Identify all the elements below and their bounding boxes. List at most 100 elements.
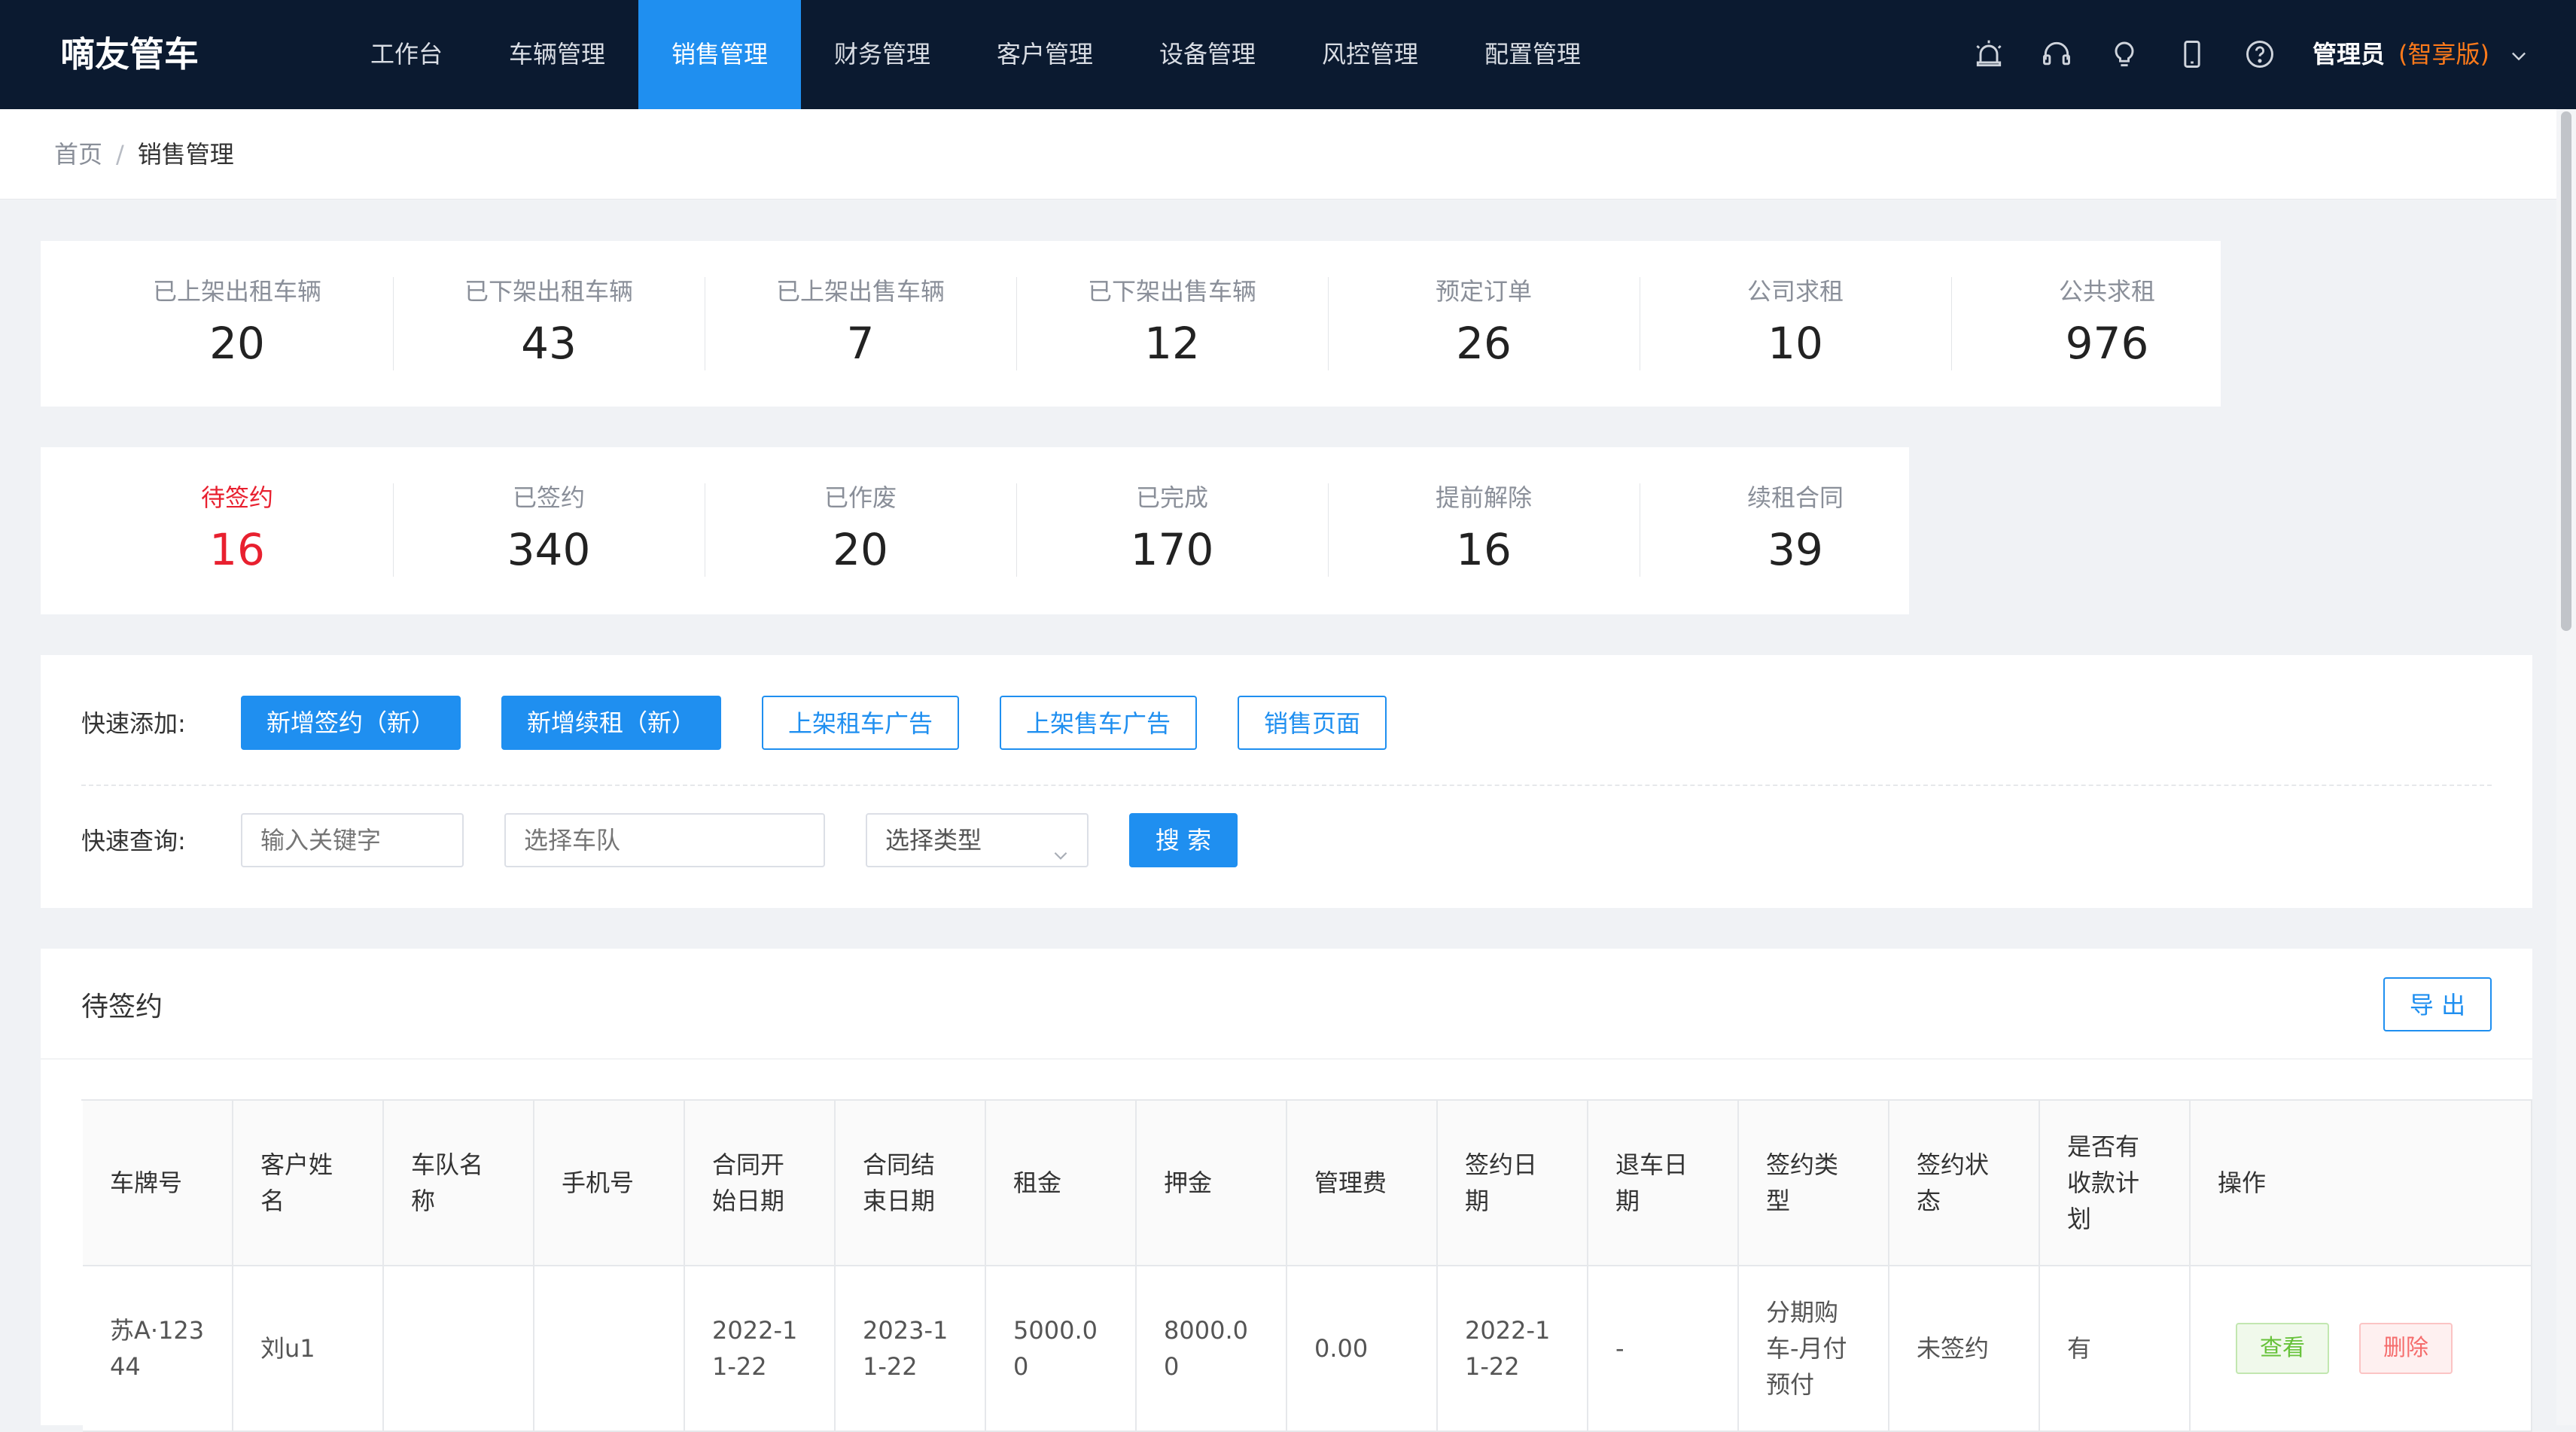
breadcrumb-current: 销售管理 <box>137 140 234 169</box>
cell-sign-date: 2022-11-22 <box>1438 1266 1588 1432</box>
column-header[interactable]: 车队名称 <box>384 1101 534 1266</box>
search-button[interactable]: 搜 索 <box>1129 813 1238 867</box>
stat-sale-unlisted[interactable]: 已下架出售车辆 12 <box>1016 271 1328 370</box>
stat-rent-unlisted[interactable]: 已下架出租车辆 43 <box>393 271 705 370</box>
nav-item-devices[interactable]: 设备管理 <box>1147 0 1268 109</box>
nav-item-customers[interactable]: 客户管理 <box>985 0 1105 109</box>
new-renewal-button[interactable]: 新增续租（新） <box>501 696 721 750</box>
sales-page-button[interactable]: 销售页面 <box>1238 696 1387 750</box>
stat-value: 26 <box>1456 318 1512 369</box>
cell-actions: 查看 删除 <box>2191 1266 2532 1432</box>
cell-sign-status: 未签约 <box>1889 1266 2040 1432</box>
stat-public-requests[interactable]: 公共求租 976 <box>1951 271 2263 370</box>
nav-item-sales[interactable]: 销售管理 <box>638 0 801 109</box>
column-header[interactable]: 客户姓名 <box>233 1101 384 1266</box>
stat-divider <box>393 277 394 370</box>
delete-button[interactable]: 删除 <box>2359 1323 2453 1374</box>
stat-completed[interactable]: 已完成 170 <box>1016 477 1328 577</box>
column-header[interactable]: 合同开始日期 <box>685 1101 836 1266</box>
breadcrumb-home[interactable]: 首页 <box>54 140 102 169</box>
column-header[interactable]: 签约日期 <box>1438 1101 1588 1266</box>
column-header[interactable]: 是否有收款计划 <box>2040 1101 2191 1266</box>
user-menu[interactable]: 管理员 (智享版) <box>2313 0 2489 109</box>
view-button[interactable]: 查看 <box>2236 1323 2329 1374</box>
scrollbar-thumb[interactable] <box>2561 111 2571 631</box>
stat-label: 提前解除 <box>1435 483 1532 512</box>
nav-item-workbench[interactable]: 工作台 <box>346 0 467 109</box>
fleet-select-input[interactable] <box>504 813 825 867</box>
list-sale-ad-button[interactable]: 上架售车广告 <box>1000 696 1197 750</box>
stat-divider <box>393 483 394 577</box>
top-navbar: 嘀友管车 工作台 车辆管理 销售管理 财务管理 客户管理 设备管理 风控管理 配… <box>0 0 2576 109</box>
help-icon[interactable] <box>2243 38 2276 71</box>
stat-label: 续租合同 <box>1746 483 1844 512</box>
stat-label: 已签约 <box>512 483 585 512</box>
list-rental-ad-button[interactable]: 上架租车广告 <box>762 696 959 750</box>
stat-value: 7 <box>846 318 875 369</box>
column-header[interactable]: 管理费 <box>1287 1101 1438 1266</box>
cell-end-date: 2023-11-22 <box>836 1266 986 1432</box>
stat-renewal-contracts[interactable]: 续租合同 39 <box>1640 477 1951 577</box>
column-header[interactable]: 租金 <box>986 1101 1137 1266</box>
keyword-input[interactable] <box>241 813 464 867</box>
column-header[interactable]: 车牌号 <box>83 1101 233 1266</box>
export-button[interactable]: 导 出 <box>2383 977 2492 1031</box>
contracts-table: 车牌号 客户姓名 车队名称 手机号 合同开始日期 合同结束日期 租金 押金 管理… <box>81 1099 2532 1432</box>
column-header[interactable]: 操作 <box>2191 1101 2532 1266</box>
stat-value: 16 <box>1456 524 1512 575</box>
stat-company-requests[interactable]: 公司求租 10 <box>1640 271 1951 370</box>
table-header-row: 车牌号 客户姓名 车队名称 手机号 合同开始日期 合同结束日期 租金 押金 管理… <box>83 1101 2532 1266</box>
column-header[interactable]: 签约类型 <box>1739 1101 1889 1266</box>
column-header[interactable]: 合同结束日期 <box>836 1101 986 1266</box>
brand-logo[interactable]: 嘀友管车 <box>60 0 199 109</box>
stat-label: 公共求租 <box>2058 277 2155 306</box>
user-name: 管理员 <box>2313 40 2386 69</box>
nav-item-risk[interactable]: 风控管理 <box>1310 0 1430 109</box>
column-header[interactable]: 押金 <box>1137 1101 1287 1266</box>
stat-value: 10 <box>1768 318 1823 369</box>
nav-item-vehicles[interactable]: 车辆管理 <box>497 0 617 109</box>
stat-value: 170 <box>1130 524 1214 575</box>
panel-title: 待签约 <box>81 992 163 1022</box>
type-select[interactable]: 选择类型 <box>866 813 1089 867</box>
bulb-icon[interactable] <box>2108 38 2141 71</box>
divider <box>81 785 2492 786</box>
stat-label: 已下架出售车辆 <box>1087 277 1256 306</box>
quick-actions-panel: 快速添加: 新增签约（新） 新增续租（新） 上架租车广告 上架售车广告 销售页面… <box>41 655 2532 908</box>
column-header[interactable]: 退车日期 <box>1588 1101 1739 1266</box>
cell-phone <box>534 1266 685 1432</box>
stat-divider <box>1016 277 1017 370</box>
stat-label: 已完成 <box>1135 483 1208 512</box>
pending-contracts-panel: 待签约 导 出 车牌号 客户姓名 车队名称 手机号 合同开始日期 合同结束日期 … <box>41 949 2532 1432</box>
cell-rent: 5000.00 <box>986 1266 1137 1432</box>
cell-customer: 刘u1 <box>233 1266 384 1432</box>
stat-signed[interactable]: 已签约 340 <box>393 477 705 577</box>
stat-value: 340 <box>507 524 591 575</box>
alarm-icon[interactable] <box>1972 38 2005 71</box>
breadcrumb-separator: / <box>116 140 124 169</box>
contract-stats-card: 待签约 16 已签约 340 已作废 20 已完成 170 提前解除 16 续租… <box>41 447 1909 614</box>
stat-reservations[interactable]: 预定订单 26 <box>1328 271 1640 370</box>
cell-plate: 苏A·12344 <box>83 1266 233 1432</box>
column-header[interactable]: 手机号 <box>534 1101 685 1266</box>
mobile-icon[interactable] <box>2176 38 2209 71</box>
column-header[interactable]: 签约状态 <box>1889 1101 2040 1266</box>
stat-sale-listed[interactable]: 已上架出售车辆 7 <box>705 271 1016 370</box>
cell-fleet <box>384 1266 534 1432</box>
stat-rent-listed[interactable]: 已上架出租车辆 20 <box>81 271 393 369</box>
stat-label: 已下架出租车辆 <box>464 277 633 306</box>
stat-divider <box>1951 277 1952 370</box>
stat-early-termination[interactable]: 提前解除 16 <box>1328 477 1640 577</box>
nav-item-config[interactable]: 配置管理 <box>1472 0 1593 109</box>
stat-voided[interactable]: 已作废 20 <box>705 477 1016 577</box>
chevron-down-icon[interactable] <box>2508 45 2529 66</box>
headset-icon[interactable] <box>2040 38 2073 71</box>
new-contract-button[interactable]: 新增签约（新） <box>241 696 461 750</box>
stat-divider <box>1328 277 1329 370</box>
stat-label: 公司求租 <box>1746 277 1844 306</box>
stat-pending-sign[interactable]: 待签约 16 <box>81 477 393 575</box>
chevron-down-icon <box>1051 831 1070 860</box>
stat-divider <box>1016 483 1017 577</box>
cell-start-date: 2022-11-22 <box>685 1266 836 1432</box>
nav-item-finance[interactable]: 财务管理 <box>822 0 942 109</box>
